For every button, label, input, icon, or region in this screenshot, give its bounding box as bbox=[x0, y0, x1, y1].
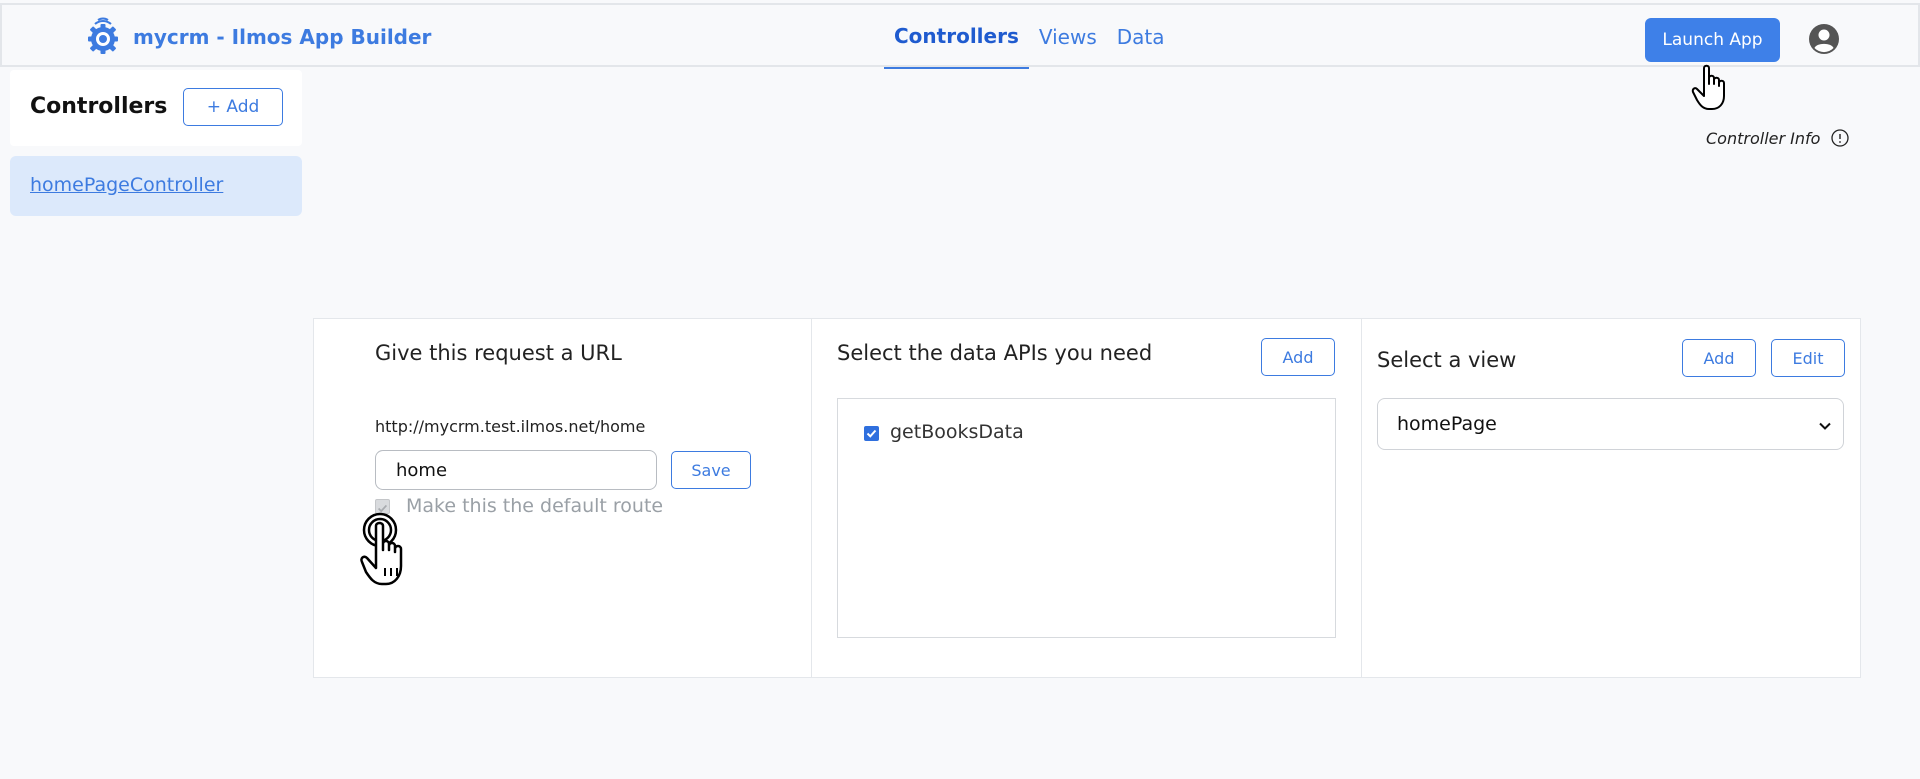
api-checkbox[interactable] bbox=[864, 426, 879, 441]
save-url-button[interactable]: Save bbox=[671, 451, 751, 489]
tab-views[interactable]: Views bbox=[1029, 5, 1107, 69]
data-api-panel-title: Select the data APIs you need bbox=[837, 341, 1153, 365]
gear-signal-logo-icon bbox=[88, 17, 118, 54]
api-label: getBooksData bbox=[890, 421, 1024, 443]
main-nav: Controllers Views Data bbox=[884, 5, 1175, 69]
hand-click-cursor-icon bbox=[360, 512, 403, 586]
hand-pointer-cursor-icon bbox=[1691, 64, 1725, 110]
user-circle-icon[interactable] bbox=[1808, 23, 1840, 55]
sidebar-header: Controllers + Add bbox=[10, 70, 302, 146]
sidebar-item-label[interactable]: homePageController bbox=[30, 174, 223, 196]
view-select-value: homePage bbox=[1397, 413, 1497, 435]
url-panel-title: Give this request a URL bbox=[375, 341, 622, 365]
app-title: mycrm - Ilmos App Builder bbox=[133, 25, 432, 49]
sidebar-title: Controllers bbox=[30, 94, 168, 119]
add-controller-button[interactable]: + Add bbox=[183, 88, 283, 126]
view-select[interactable]: homePage bbox=[1377, 398, 1844, 450]
top-navbar: mycrm - Ilmos App Builder Controllers Vi… bbox=[0, 3, 1920, 69]
add-view-button[interactable]: Add bbox=[1682, 339, 1756, 377]
launch-app-button[interactable]: Launch App bbox=[1645, 18, 1780, 62]
tab-controllers[interactable]: Controllers bbox=[884, 5, 1029, 69]
api-list: getBooksData bbox=[837, 398, 1336, 638]
check-icon bbox=[866, 429, 877, 438]
controller-info-label: Controller Info bbox=[1706, 128, 1821, 148]
chevron-down-icon bbox=[1819, 422, 1831, 430]
edit-view-button[interactable]: Edit bbox=[1771, 339, 1845, 377]
brand[interactable]: mycrm - Ilmos App Builder bbox=[82, 17, 431, 57]
view-panel: Select a view Add Edit homePage bbox=[1361, 318, 1861, 678]
default-route-label: Make this the default route bbox=[406, 495, 664, 517]
url-panel: Give this request a URL http://mycrm.tes… bbox=[313, 318, 812, 678]
data-api-panel: Select the data APIs you need Add getBoo… bbox=[812, 318, 1361, 678]
controller-info[interactable]: Controller Info bbox=[1706, 128, 1850, 148]
url-input[interactable] bbox=[375, 450, 657, 490]
add-api-button[interactable]: Add bbox=[1261, 338, 1335, 376]
tab-data[interactable]: Data bbox=[1107, 5, 1175, 69]
info-circle-icon[interactable] bbox=[1830, 128, 1850, 148]
view-panel-title: Select a view bbox=[1377, 348, 1517, 372]
sidebar-item-homepagecontroller[interactable]: homePageController bbox=[10, 156, 302, 216]
url-prefix: http://mycrm.test.ilmos.net/home bbox=[375, 417, 646, 436]
